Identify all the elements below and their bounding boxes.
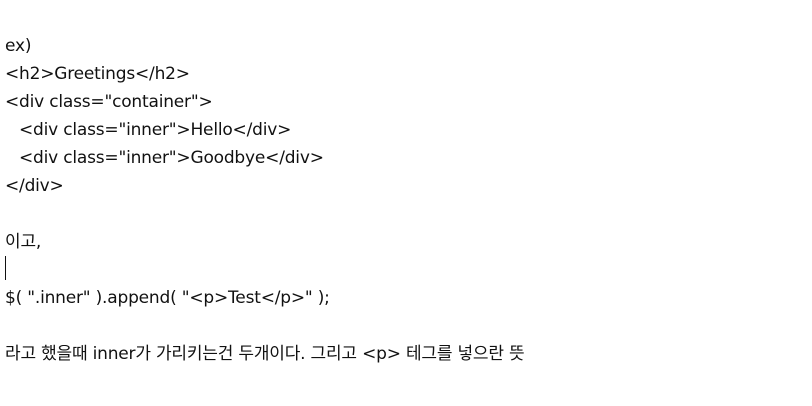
text-line-div-close: </div>: [5, 176, 64, 196]
text-line-jquery-append: $( ".inner" ).append( "<p>Test</p>" );: [5, 288, 330, 308]
text-line-div-container-open: <div class="container">: [5, 92, 213, 112]
text-cursor: [5, 256, 6, 280]
text-line-h2: <h2>Greetings</h2>: [5, 64, 190, 84]
text-line-example-label: ex): [5, 36, 32, 56]
document-editor[interactable]: ex) <h2>Greetings</h2> <div class="conta…: [5, 0, 805, 406]
text-line-korean-explanation: 라고 했을때 inner가 가리키는건 두개이다. 그리고 <p> 테그를 넣으…: [5, 344, 525, 364]
text-line-div-inner-hello: <div class="inner">Hello</div>: [19, 120, 292, 140]
text-line-korean-connector: 이고,: [5, 232, 42, 252]
text-line-div-inner-goodbye: <div class="inner">Goodbye</div>: [19, 148, 324, 168]
